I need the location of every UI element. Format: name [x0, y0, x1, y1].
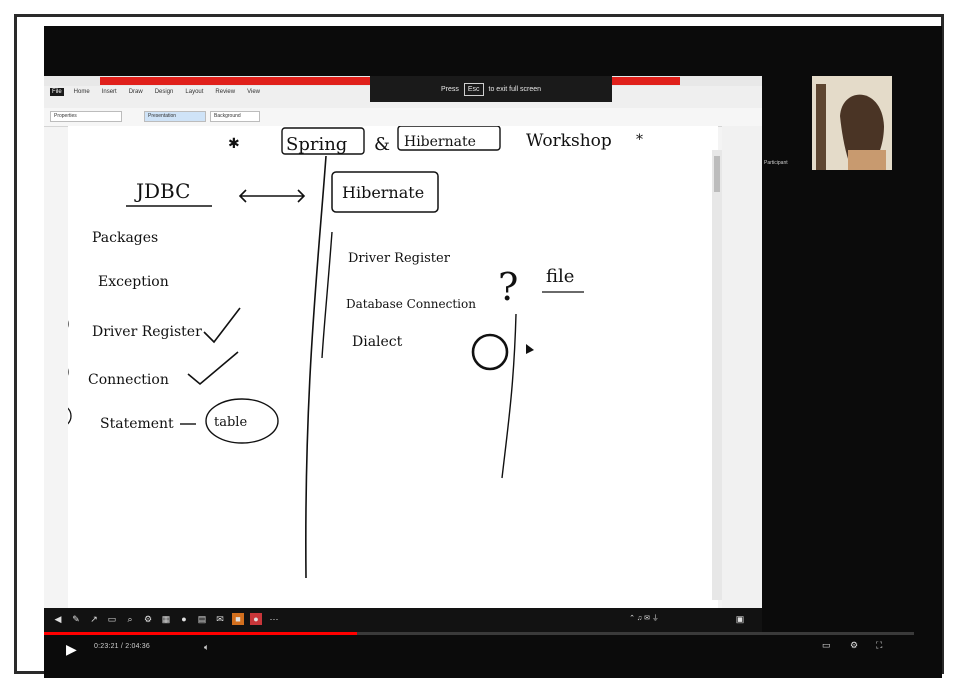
person-avatar-icon — [812, 76, 892, 170]
toolbar-pen-icon[interactable]: ✎ — [70, 613, 82, 625]
toolbar-zoom-icon[interactable]: ⌕ — [124, 613, 136, 625]
pen-cursor-icon — [526, 344, 534, 354]
hw-right-item-1: Driver Register — [348, 251, 451, 266]
ribbon-button-1[interactable]: Properties — [50, 111, 122, 122]
hw-left-item-3: 3 Driver Register — [47, 307, 241, 344]
handwriting-layer: ✱ Spring & Hibernate Workshop * JDBC Hib… — [47, 125, 643, 579]
fullscreen-exit-icon[interactable]: ⛶ — [876, 640, 882, 651]
play-button[interactable]: ▶ — [66, 641, 82, 657]
menu-item-layout[interactable]: Layout — [183, 88, 205, 96]
checkmark-icon — [187, 351, 239, 386]
toolbar-record-icon[interactable]: ● — [250, 613, 262, 625]
recording-indicator-right — [610, 77, 680, 85]
menu-item-insert[interactable]: Insert — [100, 88, 119, 96]
presentation-toolbar: ◀ ✎ ↗ ▭ ⌕ ⚙ ▦ ● ▤ ✉ ■ ● ⋯ ⌃ ♫ ✉ ⏚ ▣ — [44, 608, 762, 632]
toast-text-before: Press — [440, 85, 459, 93]
hw-file-note: file — [546, 266, 574, 287]
hw-bracket-line — [321, 231, 333, 359]
hw-right-item-2: Database Connection — [346, 297, 476, 311]
hw-title-icon: ✱ — [228, 136, 240, 152]
toast-text-after: to exit full screen — [488, 85, 542, 93]
hw-pointer-line — [501, 313, 517, 479]
hw-jdbc-header: JDBC — [134, 179, 190, 203]
toolbar-more-icon[interactable]: ⋯ — [268, 613, 280, 625]
menu-item-file[interactable]: File — [50, 88, 64, 96]
menu-item-design[interactable]: Design — [153, 88, 176, 96]
time-current: 0:23:21 — [94, 643, 119, 650]
hw-left-item-2: 2 Exception — [48, 266, 169, 290]
hw-left-item-1: 1 Packages — [48, 216, 158, 246]
whiteboard-canvas[interactable]: ✱ Spring & Hibernate Workshop * JDBC Hib… — [47, 125, 718, 608]
toolbar-pointer-icon[interactable]: ↗ — [88, 613, 100, 625]
recording-indicator — [100, 77, 376, 85]
toolbar-mail-icon[interactable]: ✉ — [214, 613, 226, 625]
menu-item-review[interactable]: Review — [213, 88, 237, 96]
toolbar-settings-icon[interactable]: ⚙ — [142, 613, 154, 625]
svg-text:Statement: Statement — [100, 416, 174, 432]
toolbar-files-icon[interactable]: ▤ — [196, 613, 208, 625]
hw-title-word-4: Workshop — [526, 131, 612, 151]
svg-text:Connection: Connection — [88, 372, 169, 388]
toolbar-back-icon[interactable]: ◀ — [52, 613, 64, 625]
hw-right-item-3: Dialect — [352, 334, 403, 350]
toolbar-grid-icon[interactable]: ▦ — [160, 613, 172, 625]
toolbar-app-icon[interactable]: ■ — [232, 613, 244, 625]
participant-name: Participant — [764, 160, 788, 166]
hw-circle-mark — [471, 333, 509, 371]
time-total: 2:04:36 — [125, 643, 150, 650]
hw-table-note: table — [214, 415, 247, 430]
hw-title-star: * — [636, 132, 643, 148]
canvas-scrollbar[interactable] — [712, 150, 722, 600]
hw-left-item-5: 5 Statement table — [48, 398, 279, 444]
fullscreen-exit-toast: Press Esc to exit full screen — [370, 76, 612, 102]
hw-left-item-4: 4 Connection — [47, 351, 239, 388]
esc-key-badge: Esc — [463, 82, 484, 96]
ribbon: Properties Presentation Background — [44, 108, 762, 127]
time-separator: / — [120, 643, 124, 650]
hw-title-word-3: Hibernate — [404, 134, 476, 150]
hw-title-word-1: Spring — [286, 134, 347, 155]
hw-divider-line — [305, 155, 327, 579]
volume-icon[interactable]: 🔈︎ — [204, 642, 209, 653]
ribbon-button-3[interactable]: Background — [210, 111, 260, 122]
toolbar-chrome-icon[interactable]: ● — [178, 613, 190, 625]
checkmark-icon — [203, 307, 241, 344]
menu-item-draw[interactable]: Draw — [127, 88, 145, 96]
ribbon-button-2[interactable]: Presentation — [144, 111, 206, 122]
hw-hibernate-header: Hibernate — [342, 183, 424, 202]
hw-question-mark: ? — [498, 265, 518, 309]
video-controls — [44, 636, 914, 666]
video-progress-fill — [44, 632, 358, 635]
menu-item-home[interactable]: Home — [72, 88, 92, 96]
toolbar-screen-icon[interactable]: ▭ — [106, 613, 118, 625]
notification-icon[interactable]: ▣ — [734, 613, 746, 625]
svg-text:Driver Register: Driver Register — [92, 324, 202, 340]
hw-title-word-2: & — [374, 134, 390, 155]
side-panel — [722, 126, 762, 608]
system-tray[interactable]: ⌃ ♫ ✉ ⏚ — [604, 613, 684, 625]
captions-icon[interactable]: ▭ — [822, 640, 831, 651]
video-progress-bar[interactable] — [44, 632, 914, 635]
settings-gear-icon[interactable]: ⚙ — [850, 640, 858, 651]
menu-item-view[interactable]: View — [245, 88, 262, 96]
double-arrow-icon — [238, 189, 306, 203]
video-time: 0:23:21 / 2:04:36 — [94, 643, 150, 650]
svg-text:Exception: Exception — [98, 274, 169, 290]
participant-camera[interactable] — [812, 76, 892, 170]
svg-text:Packages: Packages — [92, 230, 158, 246]
scrollbar-thumb[interactable] — [714, 156, 720, 192]
